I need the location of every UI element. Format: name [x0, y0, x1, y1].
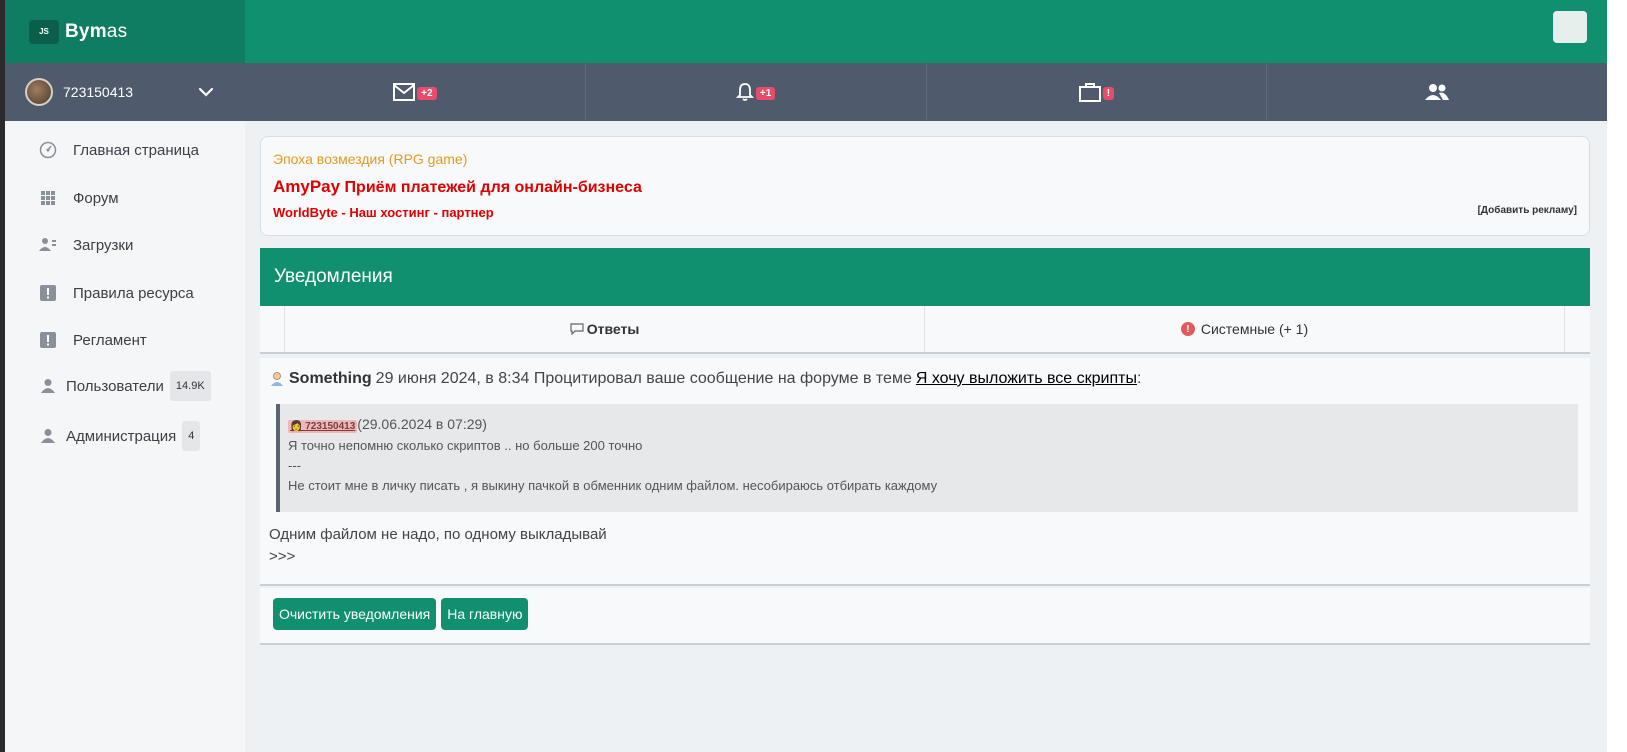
briefcase-count: ! [1102, 86, 1115, 100]
theme-toggle-button[interactable] [1553, 11, 1587, 43]
sidebar-item-downloads[interactable]: Загрузки [5, 225, 245, 265]
quick-icon-bar: +2 +1 ! [245, 63, 1607, 121]
sidebar-item-label: Администрация [66, 427, 177, 445]
ad-link-rpg[interactable]: Эпоха возмездия (RPG game) [273, 151, 1577, 167]
sidebar-item-label: Регламент [73, 331, 147, 349]
topic-link[interactable]: Я хочу выложить все скрипты [916, 370, 1137, 388]
user-icon [38, 376, 58, 396]
home-button[interactable]: На главную [441, 598, 529, 630]
notification-tabs: Ответы ! Системные (+ 1) [260, 306, 1590, 354]
ads-block: Эпоха возмездия (RPG game) AmyPay Приём … [260, 136, 1590, 236]
user-name: 723150413 [63, 84, 134, 100]
sidebar-item-forum[interactable]: Форум [5, 178, 245, 218]
brand-badge: JS [29, 19, 59, 44]
quote-user-name: 723150413 [305, 421, 356, 432]
alert-icon: ! [1180, 322, 1195, 336]
actions-bar: Очистить уведомления На главную [260, 588, 1590, 645]
ad-link-amypay[interactable]: AmyPay Приём платежей для онлайн-бизнеса [273, 177, 1577, 197]
scroll-gutter [1607, 0, 1627, 752]
read-more-link[interactable]: >>> [269, 548, 1581, 565]
quote-block: 👩 723150413 (29.06.2024 в 07:29) Я точно … [276, 404, 1578, 512]
sidebar-item-home[interactable]: Главная страница [5, 130, 245, 170]
tab-spacer [260, 306, 285, 352]
notifications-count: +1 [755, 86, 776, 100]
user-group-icon [38, 235, 58, 255]
comment-icon [570, 323, 584, 335]
dashboard-icon [38, 140, 58, 160]
tab-label: Ответы [586, 321, 640, 337]
clear-notifications-button[interactable]: Очистить уведомления [273, 598, 437, 630]
quote-line: Я точно непомню сколько скриптов .. но б… [288, 438, 643, 453]
brand-logo[interactable]: JS Bymas [5, 0, 245, 63]
add-advert-link[interactable]: [Добавить рекламу] [1478, 205, 1577, 216]
tab-label: Системные (+ 1) [1200, 321, 1309, 337]
avatar [25, 78, 53, 106]
chevron-down-icon[interactable] [197, 83, 215, 101]
quote-line: Не стоит мне в личку писать , я выкину п… [288, 478, 938, 493]
notification-author[interactable]: Something [289, 370, 372, 388]
sidebar-item-label: Форум [73, 189, 119, 207]
user-avatar-icon [271, 372, 283, 386]
sidebar-item-label: Главная страница [73, 141, 199, 159]
ad-text: Приём платежей для онлайн-бизнеса [340, 179, 642, 196]
user-menu[interactable]: 723150413 [5, 63, 245, 121]
notification-item: Something 29 июня 2024, в 8:34 Процитиро… [260, 358, 1590, 586]
top-bar [245, 0, 1607, 63]
sidebar-item-label: Пользователи [66, 377, 164, 395]
quote-separator: --- [288, 458, 301, 473]
bell-icon [735, 83, 754, 101]
ad-brand: AmyPay [273, 177, 341, 196]
ad-link-worldbyte[interactable]: WorldByte - Наш хостинг - партнер [273, 205, 1577, 220]
exclamation-icon [38, 330, 58, 350]
sidebar-item-admins[interactable]: Администрация 4 [5, 416, 245, 456]
brand-name: Bymas [65, 21, 127, 43]
notifications-button[interactable]: +1 [586, 63, 927, 121]
mail-icon [393, 83, 416, 101]
sidebar-item-rules[interactable]: Правила ресурса [5, 273, 245, 313]
quote-date: (29.06.2024 в 07:29) [357, 416, 487, 432]
tab-replies[interactable]: Ответы [285, 306, 925, 352]
sidebar: Главная страница Форум Загрузки Правила … [5, 121, 245, 752]
user-icon [38, 426, 58, 446]
grid-icon [38, 188, 58, 208]
friends-button[interactable] [1267, 63, 1607, 121]
notification-colon: : [1136, 370, 1142, 387]
moon-icon [1565, 19, 1573, 35]
messages-button[interactable]: +2 [245, 63, 586, 121]
notification-date: 29 июня 2024, в 8:34 [375, 370, 530, 387]
users-icon [1425, 84, 1450, 100]
count-badge: 4 [182, 421, 201, 451]
notification-text: Процитировал ваше сообщение на форуме в … [533, 370, 912, 387]
sidebar-item-label: Загрузки [73, 236, 134, 254]
count-badge: 14.9K [169, 371, 211, 401]
sidebar-item-regulations[interactable]: Регламент [5, 320, 245, 360]
sidebar-item-label: Правила ресурса [73, 284, 194, 302]
brand-name-bold: Bym [65, 20, 107, 42]
briefcase-icon [1078, 83, 1101, 102]
page-title: Уведомления [260, 248, 1590, 306]
brand-name-light: as [106, 20, 128, 42]
sidebar-item-users[interactable]: Пользователи 14.9K [5, 366, 245, 406]
tab-system[interactable]: ! Системные (+ 1) [925, 306, 1565, 352]
quote-user-link[interactable]: 👩 723150413 [288, 420, 358, 433]
reply-text: Одним файлом не надо, по одному выкладыв… [269, 526, 607, 543]
messages-count: +2 [417, 86, 437, 100]
briefcase-button[interactable]: ! [927, 63, 1268, 121]
exclamation-icon [38, 283, 58, 303]
tab-spacer [1565, 306, 1590, 352]
